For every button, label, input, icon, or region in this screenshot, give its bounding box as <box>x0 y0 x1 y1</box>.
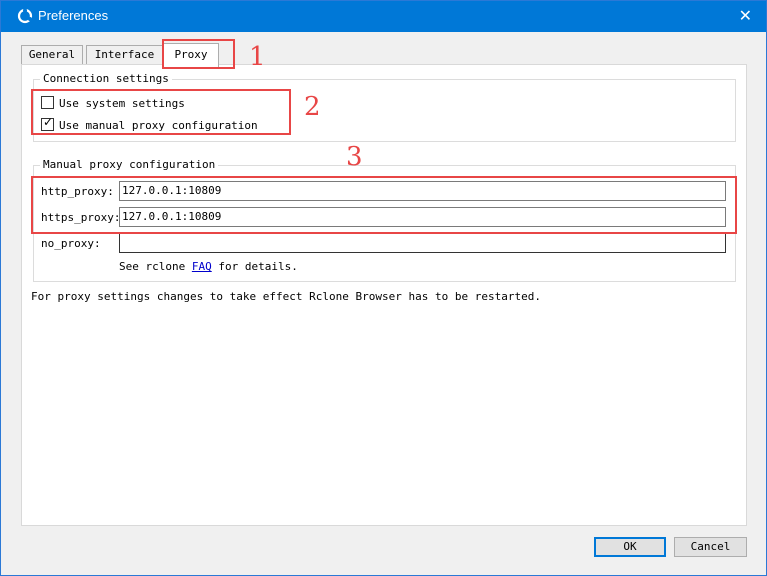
annotation-number-2: 2 <box>304 92 321 122</box>
faq-hint-suffix: for details. <box>218 260 298 273</box>
rclone-icon <box>17 8 33 24</box>
annotation-number-3: 3 <box>346 142 363 172</box>
ok-button[interactable]: OK <box>594 537 666 557</box>
faq-link[interactable]: FAQ <box>192 260 212 273</box>
tab-general[interactable]: General <box>21 45 83 65</box>
faq-hint-prefix: See rclone <box>119 260 186 273</box>
annotation-number-1: 1 <box>249 42 266 72</box>
faq-hint: See rclone FAQ for details. <box>119 260 298 273</box>
title-bar: Preferences ✕ <box>1 1 766 32</box>
no-proxy-label: no_proxy: <box>41 237 101 250</box>
annotation-box-1 <box>162 39 235 69</box>
annotation-box-2 <box>31 89 291 135</box>
restart-note: For proxy settings changes to take effec… <box>31 290 541 303</box>
cancel-button[interactable]: Cancel <box>674 537 747 557</box>
window-title: Preferences <box>38 8 109 23</box>
manual-proxy-title: Manual proxy configuration <box>40 158 219 171</box>
connection-settings-title: Connection settings <box>40 72 172 85</box>
preferences-dialog: Preferences ✕ General Interface Proxy Co… <box>0 0 767 576</box>
annotation-box-3 <box>31 176 737 234</box>
no-proxy-input[interactable] <box>119 233 726 253</box>
close-icon[interactable]: ✕ <box>739 7 752 25</box>
tab-interface[interactable]: Interface <box>86 45 163 65</box>
